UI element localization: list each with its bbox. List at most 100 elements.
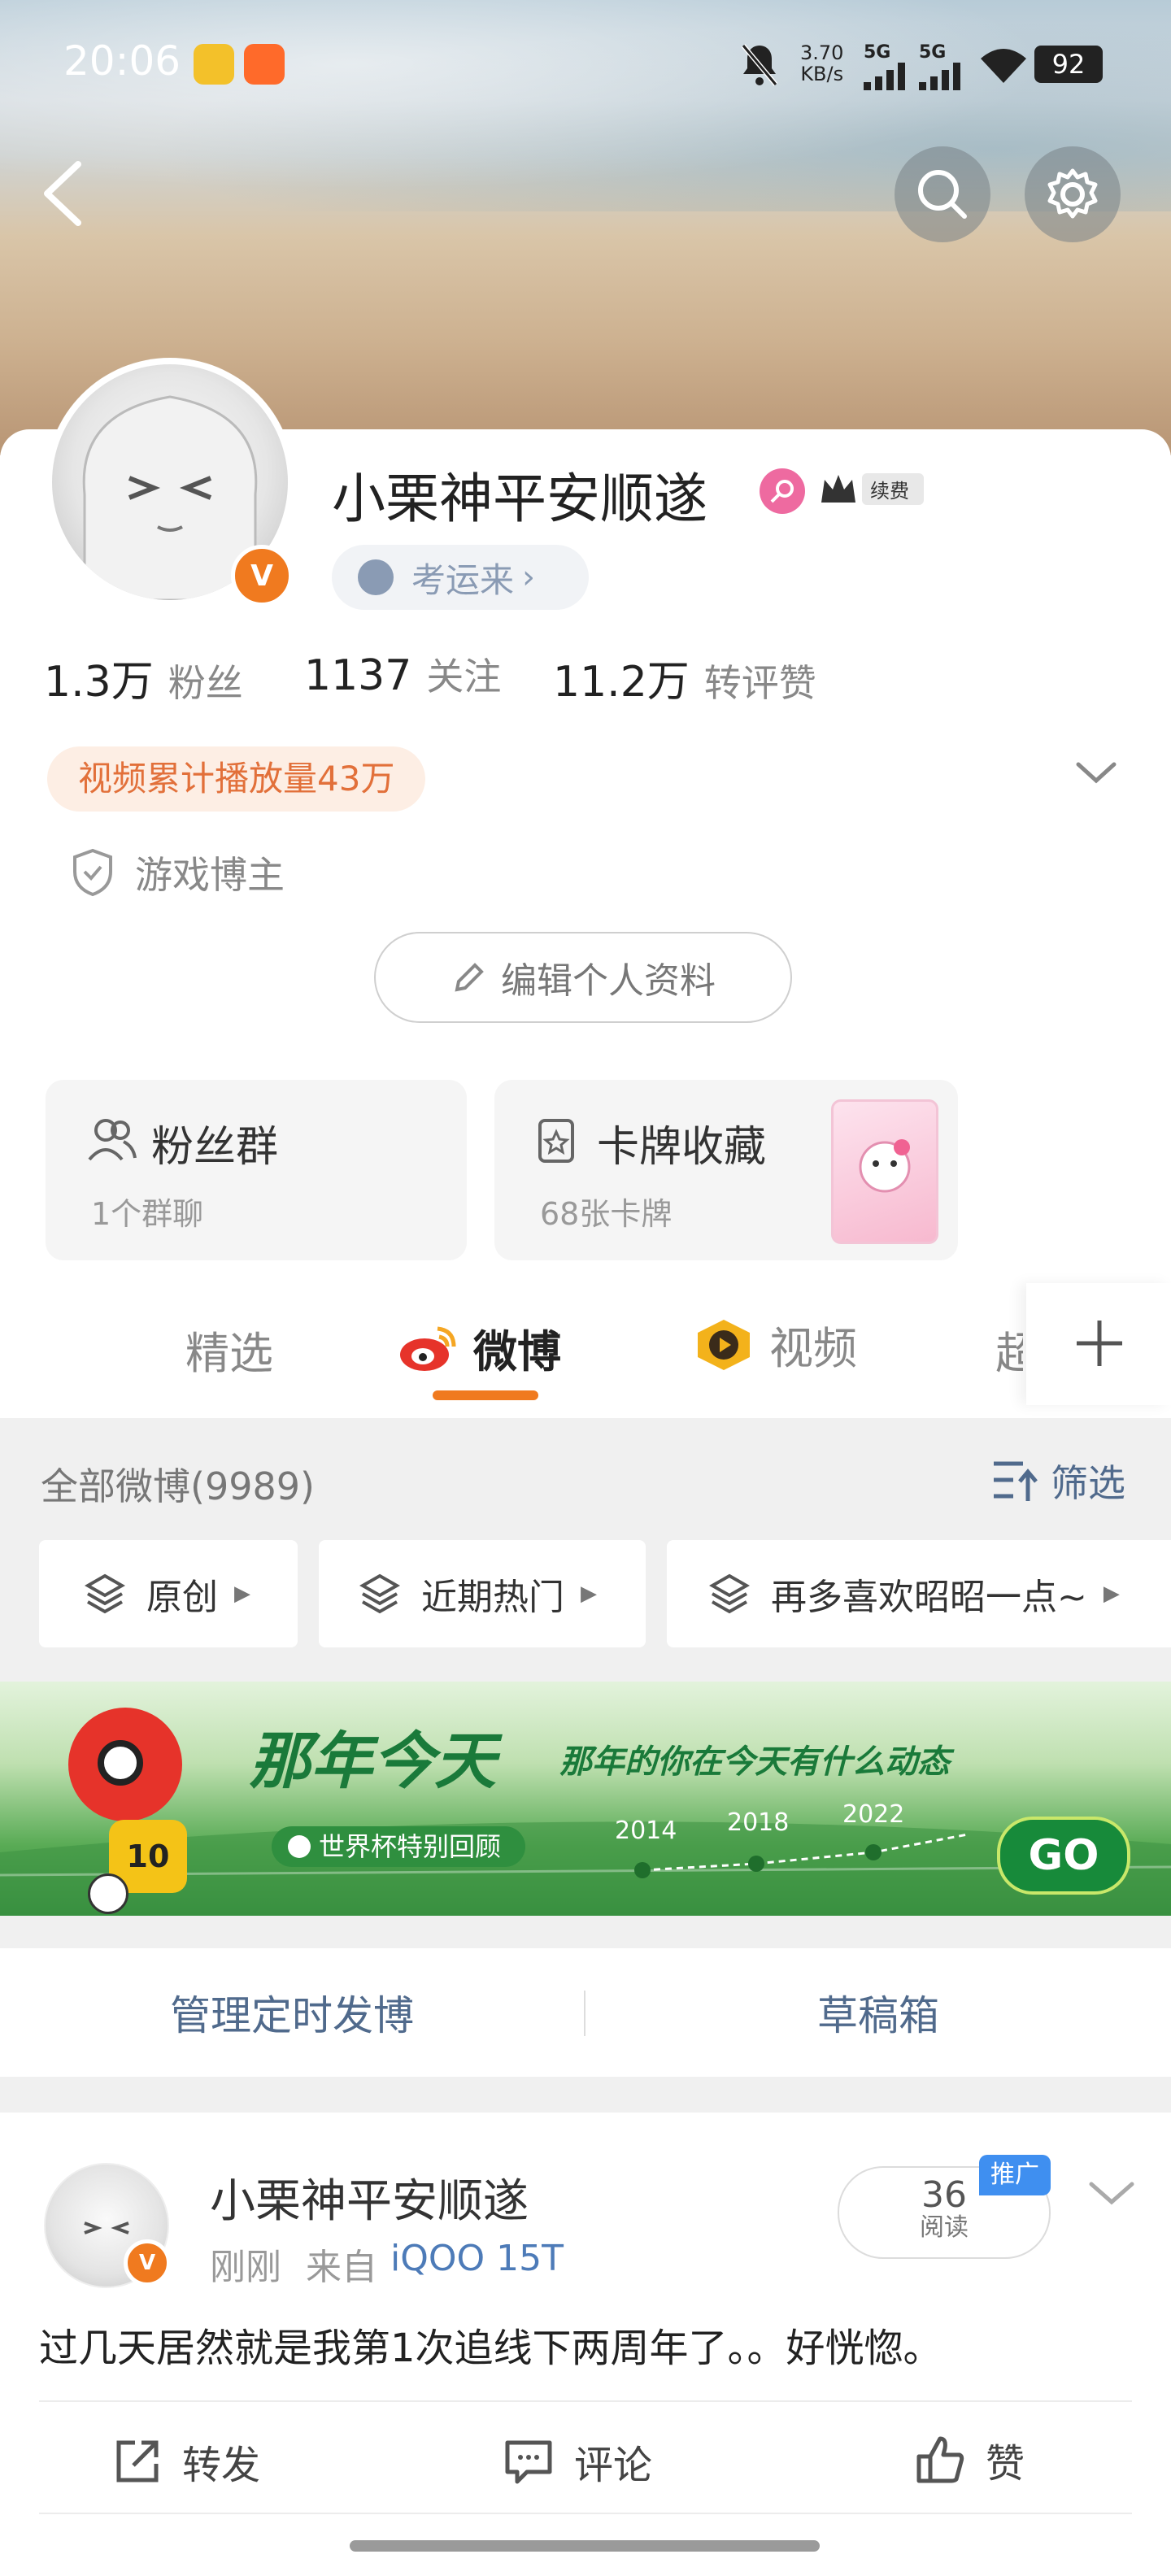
- repost-label: 转发: [182, 2443, 261, 2488]
- home-indicator[interactable]: [350, 2540, 820, 2552]
- promote-badge[interactable]: 推广: [979, 2155, 1051, 2195]
- post-device[interactable]: iQOO 15T: [390, 2238, 564, 2290]
- filter-label: 筛选: [1051, 1461, 1125, 1505]
- banner-subline: 那年的你在今天有什么动态: [559, 1743, 950, 1781]
- layers-icon: [85, 1573, 125, 1614]
- post-author-name[interactable]: 小栗神平安顺遂: [210, 2165, 529, 2230]
- tab-featured[interactable]: 精选: [185, 1317, 273, 1382]
- chip-original[interactable]: 原创 ▶: [39, 1540, 298, 1647]
- smile-face-icon: [358, 559, 394, 595]
- chip-recent-hot[interactable]: 近期热门 ▶: [319, 1540, 646, 1647]
- weibo-app-icon: [194, 44, 234, 85]
- shield-check-icon: [73, 848, 112, 897]
- filter-button[interactable]: 筛选: [990, 1454, 1125, 1508]
- stat-following-number: 1137: [304, 651, 412, 700]
- post-meta: 刚刚 来自 iQOO 15T: [210, 2238, 564, 2290]
- soccer-ball-icon: [88, 1873, 128, 1914]
- expand-chevron-down-icon[interactable]: [1073, 756, 1119, 792]
- wifi-icon: [977, 46, 1030, 88]
- layers-icon: [709, 1573, 750, 1614]
- tab-video[interactable]: 视频: [691, 1312, 857, 1377]
- stat-likes[interactable]: 11.2万 转评赞: [553, 647, 816, 708]
- card-collection-card[interactable]: 卡牌收藏 68张卡牌: [494, 1080, 958, 1260]
- female-gender-icon: [760, 468, 805, 514]
- edit-profile-button[interactable]: 编辑个人资料: [374, 932, 792, 1023]
- crown-icon: [821, 475, 855, 503]
- chip-original-label: 原创: [146, 1577, 218, 1618]
- caret-right-icon: ▶: [1103, 1582, 1120, 1606]
- fortune-label: 考运来: [411, 559, 515, 600]
- banner-tagline-text: 世界杯特别回顾: [319, 1831, 502, 1862]
- all-posts-count: 全部微博(9989): [41, 1464, 315, 1508]
- year-2022: 2022: [842, 1800, 905, 1829]
- chevron-right-icon: ›: [522, 559, 536, 596]
- stat-likes-number: 11.2万: [553, 658, 690, 707]
- collection-card-thumbnail: [831, 1099, 938, 1244]
- stat-fans[interactable]: 1.3万 粉丝: [44, 647, 243, 708]
- verified-v-badge: V: [231, 545, 293, 607]
- stat-following[interactable]: 1137 关注: [304, 647, 501, 701]
- mascot-eye: [98, 1740, 143, 1786]
- card-collection-title: 卡牌收藏: [597, 1123, 767, 1172]
- tab-video-label: 视频: [769, 1323, 857, 1374]
- stat-fans-number: 1.3万: [44, 658, 154, 707]
- chip-custom-group-label: 再多喜欢昭昭一点~: [771, 1577, 1087, 1618]
- repost-button[interactable]: 转发: [112, 2433, 260, 2490]
- search-icon: [918, 170, 967, 219]
- chip-recent-hot-label: 近期热门: [421, 1577, 564, 1618]
- identity-label: 游戏博主: [135, 853, 285, 897]
- read-count-label: 阅读: [920, 2213, 969, 2242]
- net-speed-unit: KB/s: [800, 63, 844, 85]
- like-button[interactable]: 赞: [914, 2431, 1025, 2488]
- like-label: 赞: [986, 2441, 1025, 2487]
- banner-tagline: 世界杯特别回顾: [272, 1826, 526, 1867]
- scheduled-posts-button[interactable]: 管理定时发博: [0, 1948, 584, 2077]
- share-icon: [116, 2440, 159, 2482]
- net-speed-value: 3.70: [800, 41, 844, 64]
- back-button[interactable]: [36, 154, 93, 236]
- sig1-label: 5G: [864, 42, 891, 63]
- stat-fans-label: 粉丝: [168, 661, 243, 705]
- section-gap: [0, 1916, 1171, 1948]
- sig2-label: 5G: [919, 42, 947, 63]
- chip-custom-group[interactable]: 再多喜欢昭昭一点~ ▶: [667, 1540, 1171, 1647]
- post-from-prefix: 来自: [306, 2247, 377, 2288]
- search-button[interactable]: [895, 146, 990, 242]
- card-collection-sub: 68张卡牌: [540, 1196, 673, 1232]
- year-2018: 2018: [727, 1808, 790, 1837]
- tab-super-topic[interactable]: 超: [995, 1317, 1023, 1382]
- settings-button[interactable]: [1025, 146, 1121, 242]
- kuaishou-app-icon: [244, 44, 285, 85]
- drafts-button[interactable]: 草稿箱: [586, 1948, 1171, 2077]
- edit-profile-label: 编辑个人资料: [501, 960, 716, 1002]
- post-actions-divider: [39, 2400, 1132, 2402]
- weibo-logo-icon: [400, 1326, 456, 1371]
- caret-right-icon: ▶: [234, 1582, 250, 1606]
- identity-tag[interactable]: 游戏博主: [70, 846, 285, 899]
- comment-icon: [505, 2440, 552, 2484]
- renew-label: 续费: [862, 472, 924, 505]
- filter-sort-icon: [994, 1461, 1038, 1501]
- fans-group-card[interactable]: 粉丝群 1个群聊: [46, 1080, 467, 1260]
- active-tab-indicator: [433, 1390, 538, 1400]
- caret-right-icon: ▶: [581, 1582, 597, 1606]
- fortune-link[interactable]: 考运来 ›: [332, 545, 589, 610]
- fans-group-sub: 1个群聊: [91, 1196, 204, 1232]
- year-2014: 2014: [615, 1817, 677, 1845]
- video-plays-badge[interactable]: 视频累计播放量43万: [47, 746, 426, 812]
- post-menu-chevron-down-icon[interactable]: [1086, 2176, 1137, 2213]
- vip-renew-badge[interactable]: 续费: [818, 470, 924, 507]
- add-tab-button[interactable]: [1070, 1314, 1129, 1376]
- tab-weibo[interactable]: 微博: [397, 1316, 561, 1380]
- world-cup-memory-banner[interactable]: 10 那年今天 那年的你在今天有什么动态 世界杯特别回顾 2014 2018 2…: [0, 1682, 1171, 1916]
- battery-indicator: 92: [1034, 46, 1103, 83]
- video-badge-icon: [698, 1319, 750, 1370]
- stat-likes-label: 转评赞: [703, 661, 816, 705]
- thumbs-up-icon: [916, 2436, 964, 2483]
- go-button[interactable]: GO: [997, 1817, 1130, 1895]
- stat-following-label: 关注: [426, 655, 502, 698]
- signal-5g-2-icon: 5G: [919, 42, 964, 94]
- comment-button[interactable]: 评论: [503, 2433, 652, 2490]
- people-icon: [88, 1117, 137, 1166]
- mute-bell-icon: [738, 42, 781, 91]
